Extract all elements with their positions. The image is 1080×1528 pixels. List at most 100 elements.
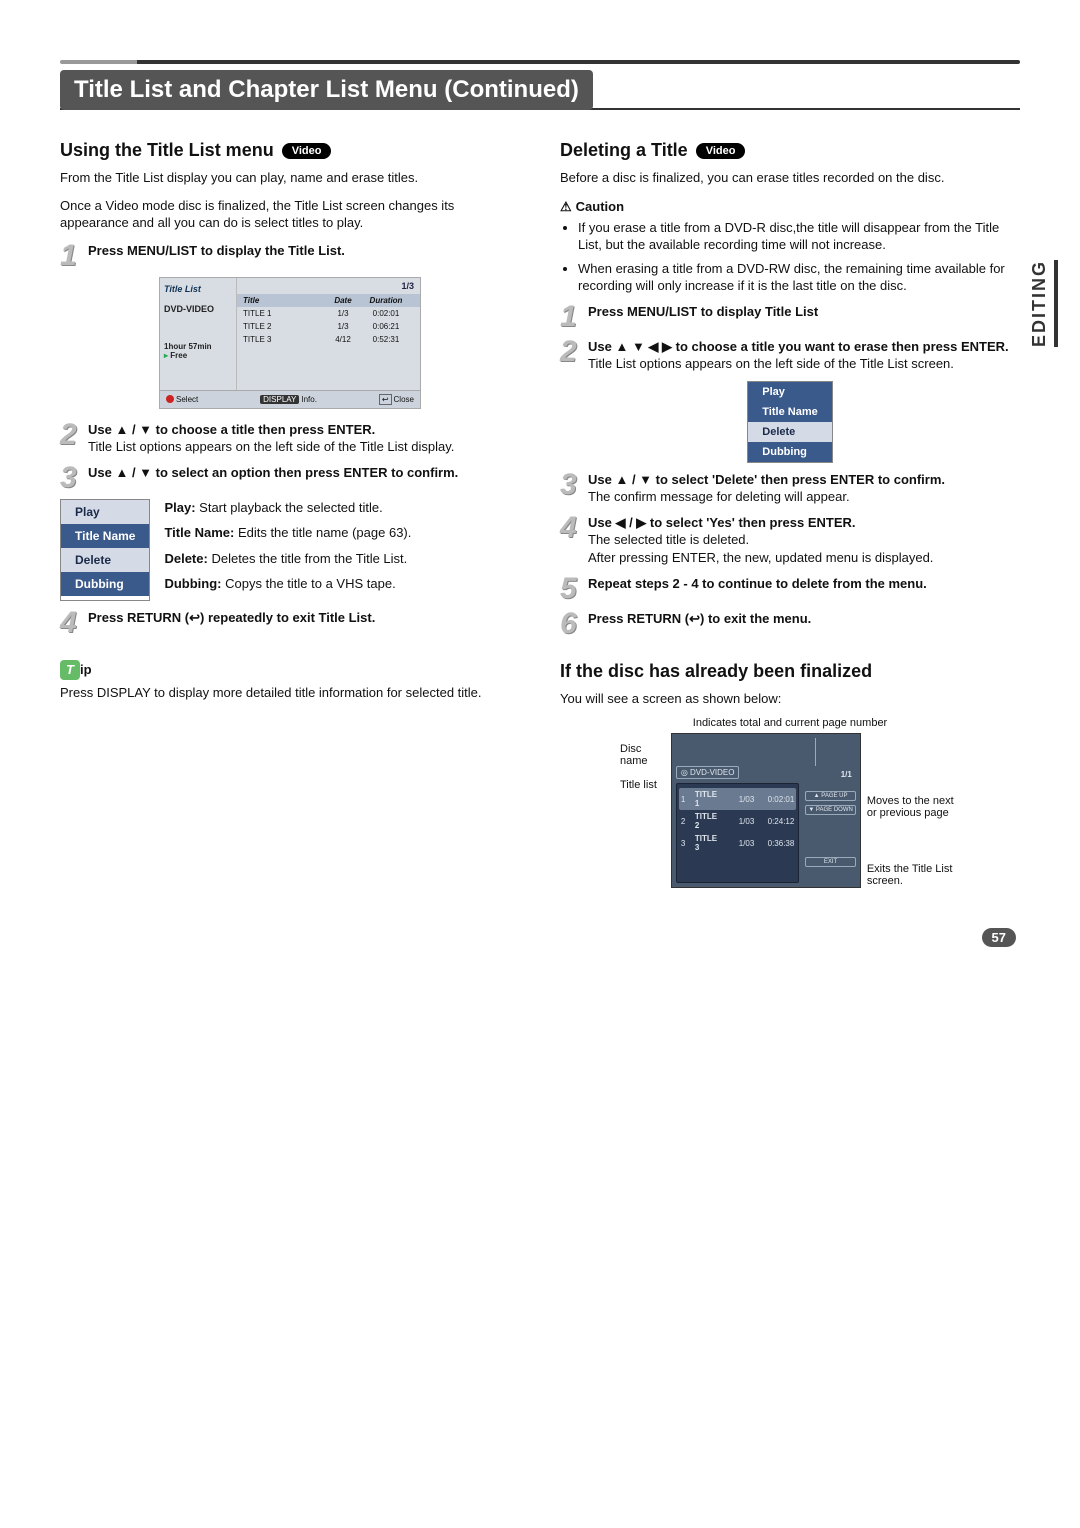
step4-text: Press RETURN (↩) repeatedly to exit Titl… bbox=[88, 610, 375, 625]
fin-label-title-list: Title list bbox=[620, 779, 665, 791]
menu-item-delete: Delete bbox=[748, 422, 831, 442]
fin-cell: 1 bbox=[681, 795, 691, 804]
desc-title-name: Edits the title name (page 63). bbox=[238, 525, 411, 540]
right-column: Deleting a Title Video Before a disc is … bbox=[560, 130, 1020, 898]
desc-dubbing: Copys the title to a VHS tape. bbox=[225, 576, 396, 591]
step2-bold: Use ▲ / ▼ to choose a title then press E… bbox=[88, 422, 375, 437]
finalized-heading: If the disc has already been finalized bbox=[560, 661, 1020, 682]
menu-item-title-name: Title Name bbox=[61, 524, 149, 548]
fin-exit: EXIT bbox=[805, 857, 856, 867]
step-number-2: 2 bbox=[560, 338, 582, 365]
right-step-2: 2 Use ▲ ▼ ◀ ▶ to choose a title you want… bbox=[560, 338, 1020, 373]
menu-item-title-name: Title Name bbox=[748, 402, 831, 422]
fin-dvd-badge: ◎ DVD-VIDEO bbox=[676, 766, 740, 779]
step1-text: Press MENU/LIST to display the Title Lis… bbox=[88, 243, 345, 258]
step-number-1: 1 bbox=[560, 303, 582, 330]
page-footer: 57 bbox=[60, 928, 1020, 947]
ss-pager: 1/3 bbox=[237, 278, 420, 294]
finalized-intro: You will see a screen as shown below: bbox=[560, 690, 1020, 708]
step-number-3: 3 bbox=[60, 464, 82, 491]
video-badge: Video bbox=[282, 143, 332, 159]
caution-list: If you erase a title from a DVD-R disc,t… bbox=[560, 219, 1020, 295]
fin-cell: TITLE 2 bbox=[695, 812, 723, 830]
desc-play: Start playback the selected title. bbox=[199, 500, 383, 515]
right-step-3: 3 Use ▲ / ▼ to select 'Delete' then pres… bbox=[560, 471, 1020, 506]
heading-text: Using the Title List menu bbox=[60, 140, 274, 161]
fin-label-disc-name: Disc name bbox=[620, 743, 665, 767]
menu-item-dubbing: Dubbing bbox=[748, 442, 831, 462]
left-step-1: 1 Press MENU/LIST to display the Title L… bbox=[60, 242, 520, 269]
title-list-screenshot: Title List DVD-VIDEO 1hour 57min ▸ Free … bbox=[159, 277, 421, 409]
step2-body: Title List options appears on the left s… bbox=[88, 439, 454, 454]
step-number-4: 4 bbox=[560, 514, 582, 541]
fin-note-page: Moves to the next or previous page bbox=[867, 733, 957, 819]
ss-cell: 1/3 bbox=[323, 322, 363, 331]
fin-cell: 2 bbox=[681, 817, 691, 826]
page-title: Title List and Chapter List Menu (Contin… bbox=[60, 70, 593, 110]
step-number-6: 6 bbox=[560, 610, 582, 637]
desc-delete: Deletes the title from the Title List. bbox=[211, 551, 407, 566]
fin-page-down: ▼ PAGE DOWN bbox=[805, 805, 856, 815]
fin-cell: TITLE 1 bbox=[695, 790, 723, 808]
step-number-1: 1 bbox=[60, 242, 82, 269]
caution-item: If you erase a title from a DVD-R disc,t… bbox=[578, 219, 1020, 254]
ss-cell: 1/3 bbox=[323, 309, 363, 318]
intro-2: Once a Video mode disc is finalized, the… bbox=[60, 197, 520, 232]
options-descriptions: Play: Start playback the selected title.… bbox=[164, 499, 411, 601]
r-step4-body2: After pressing ENTER, the new, updated m… bbox=[588, 550, 933, 565]
header-bar bbox=[60, 60, 1020, 64]
fin-row: 3 TITLE 3 1/03 0:36:38 bbox=[679, 832, 797, 854]
delete-intro: Before a disc is finalized, you can eras… bbox=[560, 169, 1020, 187]
step3-bold: Use ▲ / ▼ to select an option then press… bbox=[88, 465, 458, 480]
step-number-4: 4 bbox=[60, 609, 82, 636]
menu-item-dubbing: Dubbing bbox=[61, 572, 149, 596]
r-step4-bold: Use ◀ / ▶ to select 'Yes' then press ENT… bbox=[588, 515, 856, 530]
ss-row: TITLE 2 1/3 0:06:21 bbox=[237, 320, 420, 333]
video-badge: Video bbox=[696, 143, 746, 159]
right-step-4: 4 Use ◀ / ▶ to select 'Yes' then press E… bbox=[560, 514, 1020, 567]
ss-col-duration: Duration bbox=[363, 296, 409, 305]
fin-top-caption: Indicates total and current page number bbox=[620, 717, 960, 729]
ss-cell: TITLE 3 bbox=[237, 335, 323, 344]
right-step-5: 5 Repeat steps 2 - 4 to continue to dele… bbox=[560, 575, 1020, 602]
left-step-2: 2 Use ▲ / ▼ to choose a title then press… bbox=[60, 421, 520, 456]
fin-cell: 1/03 bbox=[726, 839, 754, 848]
tip-label: ip bbox=[80, 662, 92, 677]
fin-cell: 0:24:12 bbox=[758, 817, 794, 826]
finalized-figure: Indicates total and current page number … bbox=[620, 717, 960, 888]
fin-row: 1 TITLE 1 1/03 0:02:01 bbox=[679, 788, 797, 810]
deleting-title-heading: Deleting a Title Video bbox=[560, 140, 1020, 161]
ss-row: TITLE 3 4/12 0:52:31 bbox=[237, 333, 420, 346]
left-step-3: 3 Use ▲ / ▼ to select an option then pre… bbox=[60, 464, 520, 491]
r-step6: Press RETURN (↩) to exit the menu. bbox=[588, 611, 811, 626]
fin-cell: 1/03 bbox=[726, 817, 754, 826]
heading-text: Deleting a Title bbox=[560, 140, 688, 161]
fin-cell: 3 bbox=[681, 839, 691, 848]
page-number: 57 bbox=[982, 928, 1016, 947]
fin-cell: 1/03 bbox=[726, 795, 754, 804]
r-step1: Press MENU/LIST to display Title List bbox=[588, 304, 818, 319]
ss-disc-type: DVD-VIDEO bbox=[164, 304, 232, 314]
step-number-2: 2 bbox=[60, 421, 82, 448]
ss-col-date: Date bbox=[323, 296, 363, 305]
ss-cell: 4/12 bbox=[323, 335, 363, 344]
options-menu: Play Title Name Delete Dubbing bbox=[60, 499, 150, 601]
ss-row: TITLE 1 1/3 0:02:01 bbox=[237, 307, 420, 320]
r-step3-bold: Use ▲ / ▼ to select 'Delete' then press … bbox=[588, 472, 945, 487]
fin-page-up: ▲ PAGE UP bbox=[805, 791, 856, 801]
r-step5: Repeat steps 2 - 4 to continue to delete… bbox=[588, 576, 927, 591]
fin-row: 2 TITLE 2 1/03 0:24:12 bbox=[679, 810, 797, 832]
menu-item-play: Play bbox=[61, 500, 149, 524]
tip-row: Tip Press DISPLAY to display more detail… bbox=[60, 660, 520, 702]
r-step4-body1: The selected title is deleted. bbox=[588, 532, 749, 547]
ss-foot-select: Select bbox=[166, 394, 198, 405]
fin-note-exit: Exits the Title List screen. bbox=[867, 863, 960, 887]
r-step2-body: Title List options appears on the left s… bbox=[588, 356, 954, 371]
caution-item: When erasing a title from a DVD-RW disc,… bbox=[578, 260, 1020, 295]
step-number-3: 3 bbox=[560, 471, 582, 498]
options-menu-delete: Play Title Name Delete Dubbing bbox=[747, 381, 832, 463]
using-title-list-heading: Using the Title List menu Video bbox=[60, 140, 520, 161]
section-tab: EDITING bbox=[1029, 260, 1058, 347]
fin-cell: 0:02:01 bbox=[758, 795, 794, 804]
ss-col-title: Title bbox=[237, 296, 323, 305]
